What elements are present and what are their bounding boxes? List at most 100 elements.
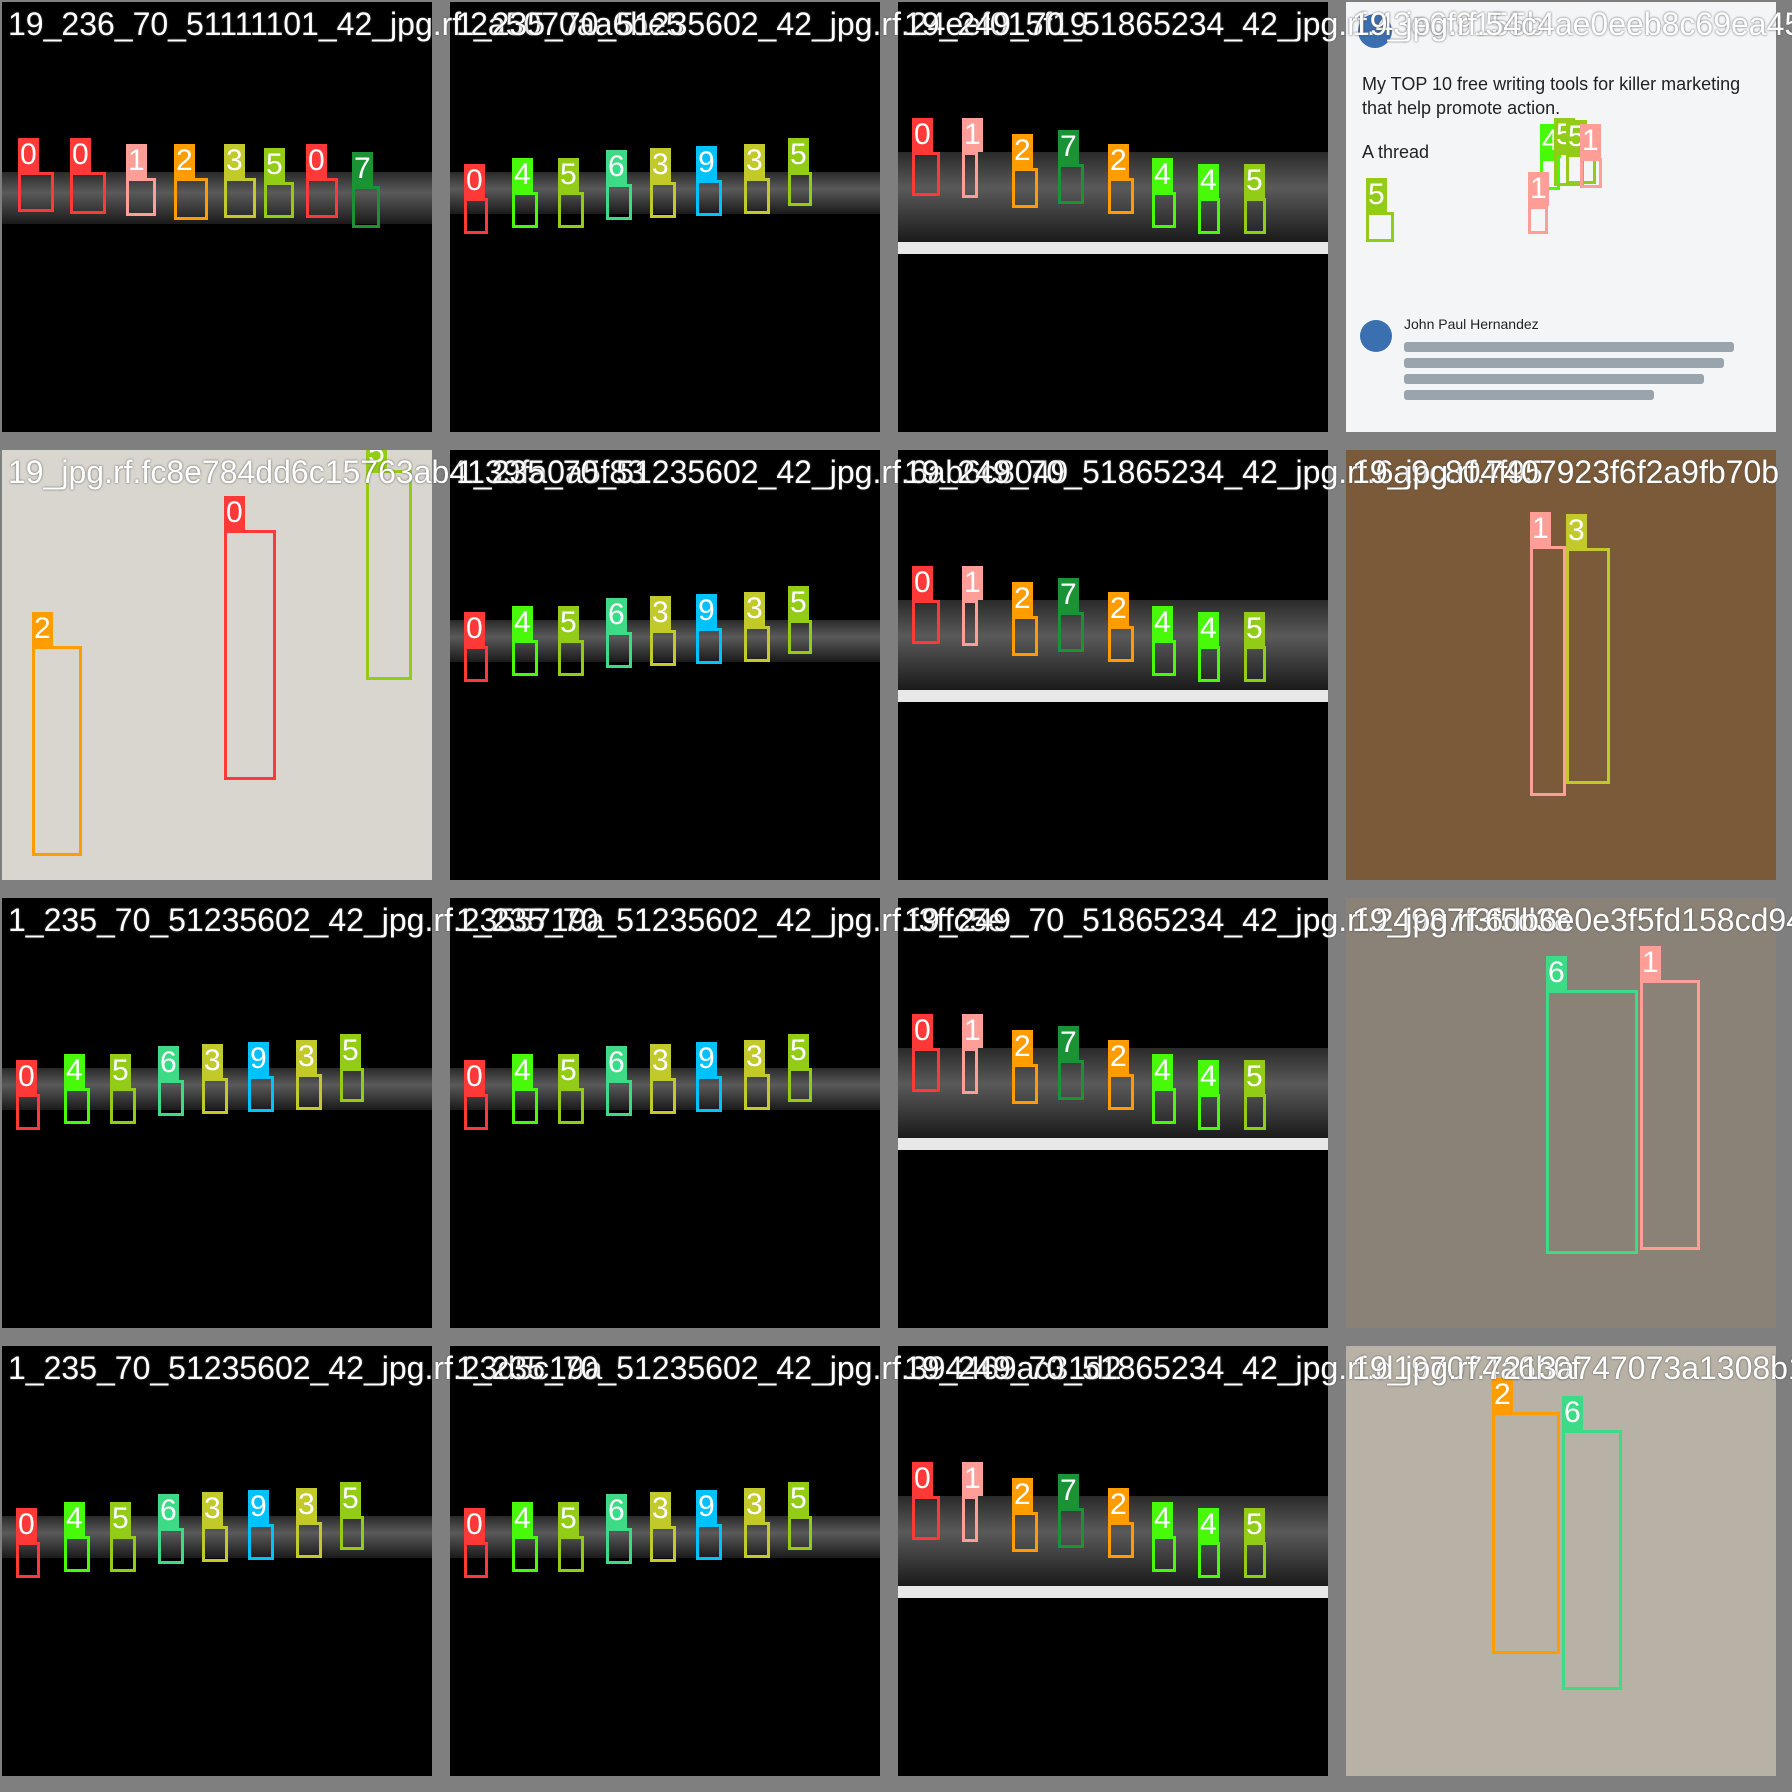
class-label: 0 [464,612,485,646]
bounding-box [1640,980,1700,1250]
bounding-box [70,172,106,214]
bounding-box [340,1068,364,1102]
bounding-box [1492,1412,1560,1654]
class-label: 2 [174,144,195,178]
bounding-box [16,1094,40,1130]
bounding-box [606,184,632,220]
mosaic-tile: 04563935 [450,898,880,1328]
class-label: 2 [1012,1478,1033,1512]
mosaic-tile: 01272445 [898,1346,1328,1776]
bounding-box [1566,548,1610,784]
class-label: 4 [1198,164,1219,198]
class-label: 5 [788,1482,809,1516]
bounding-box [366,470,412,680]
class-label: 3 [202,1044,223,1078]
class-label: 1 [1530,512,1551,546]
bounding-box [64,1536,90,1572]
class-label: 1 [126,144,147,178]
bounding-box [1058,1060,1084,1100]
class-label: 3 [296,1040,317,1074]
bounding-box [1198,646,1220,682]
class-label: 4 [1198,1508,1219,1542]
class-label: 3 [744,144,765,178]
class-label: 6 [158,1494,179,1528]
bounding-box [962,1048,978,1094]
mosaic-tile: 04563935 [2,898,432,1328]
class-label: 5 [110,1502,131,1536]
class-label: 0 [912,1462,933,1496]
class-label: 4 [1152,1054,1173,1088]
bounding-box [1198,1542,1220,1578]
bounding-box [248,1524,274,1560]
bounding-box [1562,1430,1622,1690]
class-label: 4 [1152,1502,1173,1536]
bounding-box [464,198,488,234]
class-label: 5 [558,158,579,192]
bounding-box [1580,158,1602,188]
mosaic-grid: 0 0 1 2 3 5 0 7 0 4 5 6 3 9 3 5 0 1 2 7 2 4 4 5 My TOP 10 free w… [0,0,1792,1792]
class-label: 6 [158,1046,179,1080]
bounding-box [696,1524,722,1560]
class-label: 4 [512,1054,533,1088]
class-label: 3 [650,1044,671,1078]
mosaic-tile: 04563935 [450,1346,880,1776]
mosaic-tile: 04563935 [2,1346,432,1776]
bounding-box [126,178,156,216]
bounding-box [1152,1088,1176,1124]
mosaic-tile: 01272445 [898,898,1328,1328]
class-label: 3 [202,1492,223,1526]
bounding-box [962,152,978,198]
class-label: 1 [962,1462,983,1496]
bounding-box [1198,198,1220,234]
bounding-box [110,1088,136,1124]
class-label: 5 [558,1502,579,1536]
bounding-box [558,1536,584,1572]
bounding-box [1058,1508,1084,1548]
bounding-box [202,1526,228,1562]
class-label: 3 [650,1492,671,1526]
class-label: 2 [1012,1030,1033,1064]
bounding-box [1528,206,1548,234]
bounding-box [1530,546,1566,796]
class-label: 9 [248,1042,269,1076]
bounding-box [464,646,488,682]
class-label: 5 [1366,178,1387,212]
class-label: 0 [464,1508,485,1542]
class-label: 6 [606,598,627,632]
class-label: 0 [912,566,933,600]
class-label: 7 [1058,578,1079,612]
class-label: 9 [696,1490,717,1524]
class-label: 5 [1244,164,1265,198]
mosaic-tile: 00123507 [2,2,432,432]
class-label: 2 [32,612,53,646]
bounding-box [296,1522,322,1558]
mosaic-tile: My TOP 10 free writing tools for killer … [1346,2,1776,432]
class-label: 5 [340,1034,361,1068]
class-label: 3 [224,144,245,178]
bounding-box [650,630,676,666]
class-label: 2 [1492,1378,1513,1412]
class-label: 1 [962,1014,983,1048]
class-label: 0 [912,1014,933,1048]
bounding-box [650,1526,676,1562]
class-label: 9 [696,1042,717,1076]
bounding-box [788,620,812,654]
bounding-box [1012,168,1038,208]
bounding-box [1244,198,1266,234]
class-label: 5 [366,450,387,470]
bounding-box [174,178,208,220]
bounding-box [224,178,256,218]
bounding-box [1152,1536,1176,1572]
class-label: 1 [962,566,983,600]
bounding-box [744,626,770,662]
bounding-box [962,1496,978,1542]
mosaic-tile: 01272445 [898,450,1328,880]
class-label: 4 [512,1502,533,1536]
class-label: 3 [744,1488,765,1522]
bounding-box [158,1080,184,1116]
class-label: 7 [352,152,373,186]
mosaic-tile: 01272445 [898,2,1328,432]
bounding-box [1108,1522,1134,1558]
bounding-box [248,1076,274,1112]
bounding-box [912,1048,940,1092]
